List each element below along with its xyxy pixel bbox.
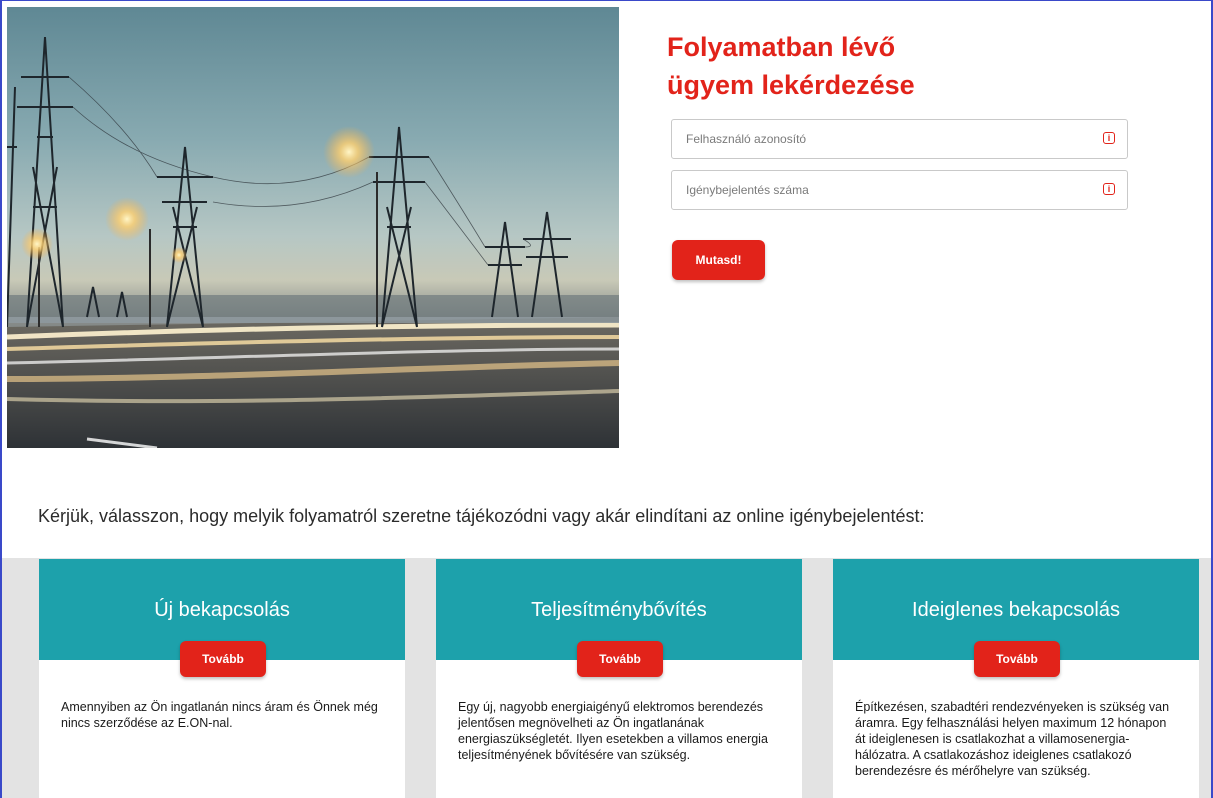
info-icon[interactable]: i xyxy=(1103,132,1115,144)
card-new-connection: Új bekapcsolás Tovább Amennyiben az Ön i… xyxy=(39,559,405,798)
hero-image-power-lines xyxy=(7,7,619,448)
card-description: Egy új, nagyobb energiaigényű elektromos… xyxy=(458,700,768,762)
card-title: Teljesítménybővítés xyxy=(531,599,707,621)
continue-button[interactable]: Tovább xyxy=(180,641,266,677)
user-id-input[interactable] xyxy=(672,120,1086,158)
continue-button[interactable]: Tovább xyxy=(974,641,1060,677)
request-number-field[interactable]: i xyxy=(671,170,1128,210)
form-title: Folyamatban lévő ügyem lekérdezése xyxy=(667,28,1087,104)
window-frame-top xyxy=(0,0,1213,1)
card-title: Ideiglenes bekapcsolás xyxy=(912,599,1120,621)
form-title-line1: Folyamatban lévő xyxy=(667,32,896,62)
selection-prompt: Kérjük, válasszon, hogy melyik folyamatr… xyxy=(38,506,925,526)
continue-button[interactable]: Tovább xyxy=(577,641,663,677)
card-description: Építkezésen, szabadtéri rendezvényeken i… xyxy=(855,700,1170,778)
info-icon[interactable]: i xyxy=(1103,183,1115,195)
card-description: Amennyiben az Ön ingatlanán nincs áram é… xyxy=(61,700,378,730)
form-title-line2: ügyem lekérdezése xyxy=(667,70,915,100)
card-capacity-expansion: Teljesítménybővítés Tovább Egy új, nagyo… xyxy=(436,559,802,798)
card-temporary-connection: Ideiglenes bekapcsolás Tovább Építkezése… xyxy=(833,559,1199,798)
request-number-input[interactable] xyxy=(672,171,1086,209)
card-title: Új bekapcsolás xyxy=(154,599,290,621)
show-button[interactable]: Mutasd! xyxy=(672,240,765,280)
user-id-field[interactable]: i xyxy=(671,119,1128,159)
